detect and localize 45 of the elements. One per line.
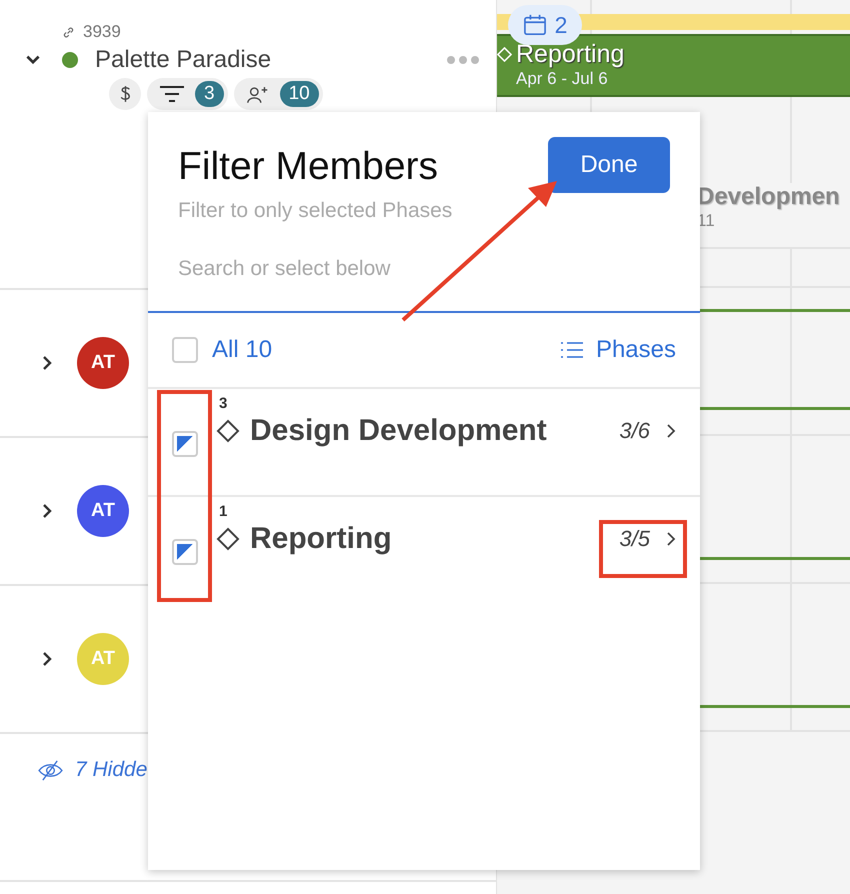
- checkbox[interactable]: [172, 539, 198, 565]
- member-ratio: 3/6: [619, 418, 650, 444]
- phase-name[interactable]: Design Development: [250, 414, 610, 448]
- search-field[interactable]: Search or select below: [148, 223, 700, 313]
- chevron-right-icon[interactable]: [41, 503, 53, 519]
- phase-count: 1: [219, 503, 228, 520]
- phase-title: Developmen: [697, 183, 841, 211]
- hidden-members-link[interactable]: 7 Hidde: [75, 758, 148, 782]
- phase-name[interactable]: Reporting: [250, 522, 610, 556]
- checkbox[interactable]: [172, 337, 198, 363]
- eye-off-icon: [38, 760, 63, 780]
- checkbox[interactable]: [172, 431, 198, 457]
- calendar-badge[interactable]: 2: [508, 5, 582, 45]
- diamond-icon: [497, 47, 512, 62]
- chevron-right-icon[interactable]: [41, 651, 53, 667]
- project-name[interactable]: Palette Paradise: [95, 46, 272, 74]
- diamond-icon: [216, 419, 240, 443]
- popup-title: Filter Members: [178, 145, 438, 189]
- popup-subtitle: Filter to only selected Phases: [177, 199, 454, 223]
- done-button[interactable]: Done: [548, 137, 670, 193]
- chevron-right-icon[interactable]: [666, 531, 676, 547]
- phase-dates: Apr 6 - Jul 6: [515, 69, 609, 89]
- member-count: 10: [280, 81, 319, 107]
- list-icon: [560, 341, 584, 359]
- filter-icon: [159, 85, 185, 103]
- phase-count: 3: [219, 395, 228, 412]
- filter-button[interactable]: 3: [147, 78, 228, 110]
- dollar-icon: [118, 84, 132, 104]
- link-icon: [62, 26, 75, 38]
- diamond-icon: [216, 527, 240, 551]
- member-ratio: 3/5: [619, 526, 650, 552]
- add-person-icon: [246, 84, 270, 104]
- filter-count: 3: [195, 81, 224, 107]
- avatar: AT: [77, 337, 129, 389]
- select-all-label[interactable]: All 10: [212, 336, 272, 364]
- calendar-icon: [522, 14, 547, 36]
- members-button[interactable]: 10: [234, 78, 323, 110]
- chevron-right-icon[interactable]: [41, 355, 53, 371]
- group-by-button[interactable]: Phases: [560, 336, 676, 364]
- budget-button[interactable]: [109, 78, 141, 110]
- phase-bar[interactable]: Reporting Apr 6 - Jul 6: [497, 34, 850, 97]
- chevron-right-icon[interactable]: [666, 423, 676, 439]
- project-id: 3939: [83, 22, 121, 42]
- avatar: AT: [77, 485, 129, 537]
- avatar: AT: [77, 633, 129, 685]
